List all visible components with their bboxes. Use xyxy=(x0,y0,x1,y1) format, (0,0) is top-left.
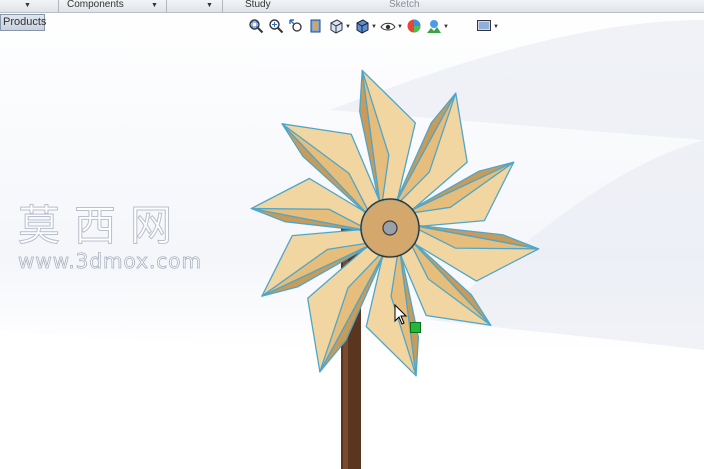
command-manager-tabs: ▼ Components ▼ ▼ Study Sketch xyxy=(0,0,704,13)
tab-separator xyxy=(166,0,167,12)
hide-show-items-icon[interactable] xyxy=(380,18,396,34)
view-orientation-icon[interactable] xyxy=(328,18,344,34)
tab-study[interactable]: Study xyxy=(245,0,271,12)
tab-components-dropdown[interactable]: ▼ xyxy=(151,0,158,12)
mouse-pointer-icon xyxy=(394,304,408,325)
tab-components[interactable]: Components xyxy=(67,0,124,12)
pinwheel-model[interactable] xyxy=(0,0,704,469)
view-settings-icon[interactable] xyxy=(476,18,492,34)
selection-handle[interactable] xyxy=(410,322,421,333)
tab-separator xyxy=(58,0,59,12)
tab-sketch[interactable]: Sketch xyxy=(389,0,420,12)
edit-appearance-icon[interactable] xyxy=(406,18,422,34)
graphics-area[interactable]: 莫西网 www.3dmox.com xyxy=(0,0,704,469)
tab-separator xyxy=(222,0,223,12)
chevron-down-icon[interactable]: ▼ xyxy=(151,2,158,9)
tab-unnamed-1[interactable]: ▼ xyxy=(24,0,31,12)
tab-unnamed-3[interactable]: ▼ xyxy=(206,0,213,12)
display-style-icon[interactable] xyxy=(354,18,370,34)
section-view-icon[interactable] xyxy=(308,18,324,34)
products-tab[interactable]: Products xyxy=(0,14,46,31)
chevron-down-icon[interactable]: ▼ xyxy=(443,24,449,30)
apply-scene-icon[interactable] xyxy=(426,18,442,34)
chevron-down-icon[interactable]: ▼ xyxy=(206,2,213,9)
previous-view-icon[interactable] xyxy=(288,18,304,34)
chevron-down-icon[interactable]: ▼ xyxy=(371,24,377,30)
pinwheel-pin[interactable] xyxy=(382,220,398,236)
chevron-down-icon[interactable]: ▼ xyxy=(397,24,403,30)
chevron-down-icon[interactable]: ▼ xyxy=(24,2,31,9)
chevron-down-icon[interactable]: ▼ xyxy=(493,24,499,30)
chevron-down-icon[interactable]: ▼ xyxy=(345,24,351,30)
zoom-to-fit-icon[interactable] xyxy=(248,18,264,34)
zoom-to-area-icon[interactable] xyxy=(268,18,284,34)
